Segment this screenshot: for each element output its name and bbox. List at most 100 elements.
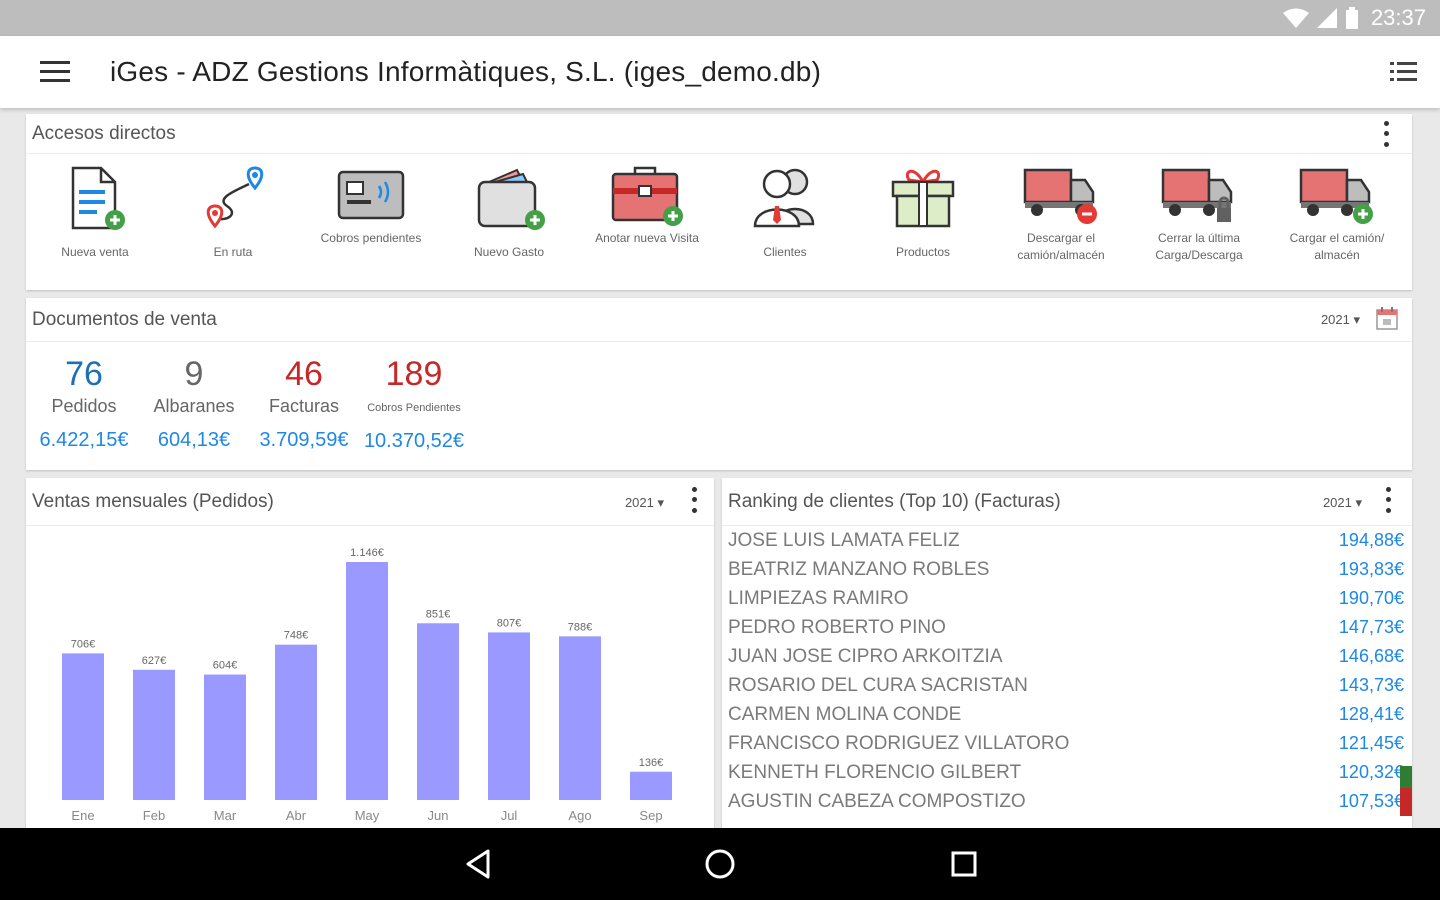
shortcut-new-sale[interactable]: Nueva venta <box>26 156 164 286</box>
ranking-year-select[interactable]: 2021 ▾ <box>1323 495 1362 511</box>
bar-value-label: 136€ <box>639 757 663 769</box>
ranking-row[interactable]: JUAN JOSE CIPRO ARKOITZIA 146,68€ <box>728 642 1404 671</box>
shortcut-route[interactable]: En ruta <box>164 156 302 286</box>
stat-value: 46 <box>285 355 323 393</box>
client-name: CARMEN MOLINA CONDE <box>728 703 962 725</box>
stat-label: Facturas <box>268 396 340 416</box>
stat-value: 76 <box>65 355 103 393</box>
x-tick-label: May <box>355 808 380 823</box>
stat-amount: 3.709,59€ <box>259 429 349 451</box>
list-icon <box>1390 62 1417 81</box>
shortcut-new-visit[interactable]: Anotar nueva Visita <box>578 156 716 286</box>
shortcut-label: Productos <box>895 245 951 259</box>
shortcuts-header: Accesos directos <box>26 114 1412 154</box>
shortcut-label: Nuevo Gasto <box>473 245 545 259</box>
shortcut-clients[interactable]: Clientes <box>716 156 854 286</box>
shortcuts-more-button[interactable] <box>1376 118 1396 150</box>
x-tick-label: Feb <box>143 808 165 823</box>
monthly-sales-card: Ventas mensuales (Pedidos) 2021 ▾ 706€ En… <box>26 478 714 828</box>
app-title: iGes - ADZ Gestions Informàtiques, S.L. … <box>110 56 822 87</box>
clients-icon <box>753 168 815 228</box>
client-amount: 120,32€ <box>1338 762 1404 782</box>
bar-value-label: 851€ <box>426 608 450 620</box>
bar-ago[interactable] <box>559 636 601 800</box>
list-view-button[interactable] <box>1386 54 1422 90</box>
ranking-row[interactable]: JOSE LUIS LAMATA FELIZ 194,88€ <box>728 526 1404 555</box>
stat-label: Pedidos <box>51 396 117 416</box>
ranking-header: Ranking de clientes (Top 10) (Facturas) … <box>722 478 1412 526</box>
client-name: FRANCISCO RODRIGUEZ VILLATORO <box>728 732 1070 754</box>
products-icon <box>891 169 955 228</box>
shortcuts-grid: Nueva venta En ruta Cobros pendientes Nu… <box>26 156 1412 286</box>
shortcut-close-load[interactable]: Cerrar la última Carga/Descarga <box>1130 156 1268 286</box>
bar-abr[interactable] <box>275 644 317 800</box>
client-amount: 128,41€ <box>1338 704 1404 724</box>
stat-facturas[interactable]: 46 Facturas 3.709,59€ <box>254 354 354 452</box>
client-name: KENNETH FLORENCIO GILBERT <box>728 761 1022 783</box>
stat-value: 189 <box>385 355 443 393</box>
shortcut-label: Cargar el camión/ almacén <box>1289 231 1385 262</box>
bar-value-label: 1.146€ <box>350 547 384 559</box>
menu-button[interactable] <box>0 36 110 108</box>
battery-icon <box>1345 7 1358 29</box>
bar-value-label: 807€ <box>497 617 521 629</box>
bar-value-label: 604€ <box>213 660 237 672</box>
client-name: JUAN JOSE CIPRO ARKOITZIA <box>728 645 1003 667</box>
client-amount: 194,88€ <box>1338 530 1404 550</box>
bar-value-label: 748€ <box>284 630 308 642</box>
ranking-row[interactable]: ROSARIO DEL CURA SACRISTAN 143,73€ <box>728 671 1404 700</box>
sales-docs-header: Documentos de venta 2021 ▾ <box>26 298 1412 342</box>
refresh-badge-icon[interactable] <box>1400 766 1412 816</box>
new-visit-icon <box>611 166 683 226</box>
ranking-row[interactable]: FRANCISCO RODRIGUEZ VILLATORO 121,45€ <box>728 729 1404 758</box>
shortcut-pending-payments[interactable]: Cobros pendientes <box>302 156 440 286</box>
shortcut-products[interactable]: Productos <box>854 156 992 286</box>
shortcut-label: Clientes <box>763 245 807 259</box>
bar-ene[interactable] <box>62 653 104 800</box>
ranking-row[interactable]: PEDRO ROBERTO PINO 147,73€ <box>728 613 1404 642</box>
shortcut-new-expense[interactable]: Nuevo Gasto <box>440 156 578 286</box>
sales-docs-year-select[interactable]: 2021 ▾ <box>1321 312 1360 328</box>
wifi-icon <box>1282 8 1309 28</box>
ranking-more-button[interactable] <box>1378 484 1398 516</box>
shortcut-label: Anotar nueva Visita <box>595 231 699 245</box>
x-tick-label: Jun <box>428 808 449 823</box>
ranking-row[interactable]: BEATRIZ MANZANO ROBLES 193,83€ <box>728 555 1404 584</box>
monthly-year-select[interactable]: 2021 ▾ <box>625 495 664 511</box>
signal-icon <box>1316 8 1337 28</box>
x-tick-label: Ene <box>71 808 94 823</box>
bar-mar[interactable] <box>204 674 246 800</box>
ranking-row[interactable]: AGUSTIN CABEZA COMPOSTIZO 107,53€ <box>728 787 1404 816</box>
x-tick-label: Ago <box>568 808 591 823</box>
shortcut-label: Nueva venta <box>61 245 129 259</box>
ranking-row[interactable]: CARMEN MOLINA CONDE 128,41€ <box>728 700 1404 729</box>
bar-jul[interactable] <box>488 632 530 800</box>
stat-albaranes[interactable]: 9 Albaranes 604,13€ <box>144 354 244 452</box>
shortcut-unload-truck[interactable]: Descargar el camión/almacén <box>992 156 1130 286</box>
sales-docs-title: Documentos de venta <box>32 308 217 330</box>
bar-feb[interactable] <box>133 669 175 800</box>
bar-may[interactable] <box>346 562 388 800</box>
ranking-row[interactable]: LIMPIEZAS RAMIRO 190,70€ <box>728 584 1404 613</box>
bar-value-label: 627€ <box>142 655 166 667</box>
bar-jun[interactable] <box>417 623 459 800</box>
stat-cobros-pendientes[interactable]: 189 Cobros Pendientes 10.370,52€ <box>358 354 470 453</box>
calendar-icon[interactable] <box>1376 306 1398 330</box>
back-button[interactable] <box>448 842 508 886</box>
shortcut-label: Cobros pendientes <box>320 231 422 245</box>
client-name: ROSARIO DEL CURA SACRISTAN <box>728 674 1028 696</box>
bar-sep[interactable] <box>630 771 672 800</box>
client-amount: 121,45€ <box>1338 733 1404 753</box>
monthly-sales-chart: 706€ Ene 627€ Feb 604€ Mar 748€ Abr 1.146€ May 851… <box>62 547 672 823</box>
client-name: BEATRIZ MANZANO ROBLES <box>728 558 990 580</box>
monthly-more-button[interactable] <box>684 484 704 516</box>
home-button[interactable] <box>690 842 750 886</box>
shortcut-load-truck[interactable]: Cargar el camión/ almacén <box>1268 156 1406 286</box>
x-tick-label: Sep <box>639 808 662 823</box>
back-icon <box>466 849 490 879</box>
ranking-row[interactable]: KENNETH FLORENCIO GILBERT 120,32€ <box>728 758 1404 787</box>
client-amount: 146,68€ <box>1338 646 1404 666</box>
recents-button[interactable] <box>934 842 994 886</box>
new-sale-icon <box>71 166 125 230</box>
stat-pedidos[interactable]: 76 Pedidos 6.422,15€ <box>34 354 134 452</box>
